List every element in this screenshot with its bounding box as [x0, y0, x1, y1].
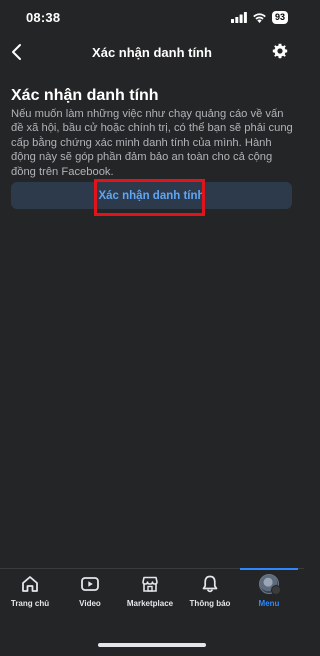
identity-section: Xác nhận danh tính Nếu muốn làm những vi…	[11, 86, 295, 179]
status-bar: 08:38 93	[0, 0, 304, 34]
nav-item-home[interactable]: Trang chủ	[4, 569, 56, 619]
home-icon	[19, 573, 41, 595]
avatar-icon	[259, 574, 281, 595]
nav-label-marketplace: Marketplace	[126, 599, 174, 608]
avatar-badge	[271, 585, 281, 595]
nav-label-notifications: Thông báo	[189, 599, 231, 608]
nav-label-home: Trang chủ	[10, 599, 50, 608]
nav-label-video: Video	[79, 599, 101, 608]
video-icon	[79, 573, 101, 595]
status-icons: 93	[230, 10, 288, 24]
confirm-identity-label: Xác nhận danh tính	[98, 189, 205, 202]
marketplace-icon	[139, 573, 161, 595]
chevron-left-icon[interactable]	[10, 42, 24, 62]
section-description: Nếu muốn làm những việc như chạy quảng c…	[11, 108, 293, 178]
home-indicator	[98, 643, 206, 647]
status-time: 08:38	[26, 9, 61, 25]
battery-indicator: 93	[271, 10, 288, 24]
section-heading: Xác nhận danh tính	[11, 87, 159, 104]
nav-item-notifications[interactable]: Thông báo	[184, 569, 236, 619]
avatar-container	[258, 573, 281, 595]
bell-icon	[199, 573, 221, 595]
nav-item-menu[interactable]: Menu	[242, 569, 296, 619]
cellular-signal-icon	[230, 11, 247, 23]
wifi-icon	[253, 12, 266, 23]
page-header: Xác nhận danh tính	[0, 34, 304, 70]
nav-label-menu: Menu	[258, 599, 280, 608]
nav-item-video[interactable]: Video	[64, 569, 116, 619]
nav-item-marketplace[interactable]: Marketplace	[122, 569, 178, 619]
confirm-identity-button[interactable]: Xác nhận danh tính	[11, 182, 292, 209]
gear-icon[interactable]	[272, 43, 288, 59]
page-title: Xác nhận danh tính	[92, 44, 212, 60]
